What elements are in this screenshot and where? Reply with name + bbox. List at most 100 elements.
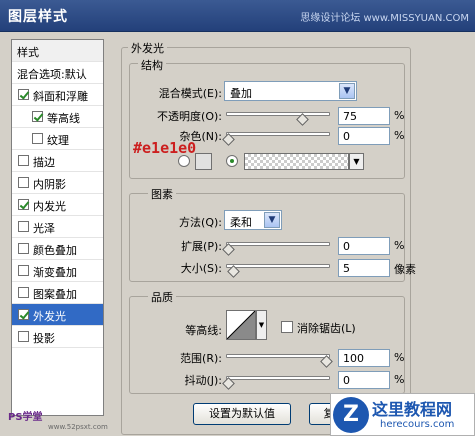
sidebar-item-11[interactable]: 外发光 [12,304,103,326]
noise-slider[interactable] [226,132,330,136]
sidebar-item-3[interactable]: 纹理 [12,128,103,150]
method-select[interactable]: 柔和 ▼ [224,210,282,230]
contour-preview[interactable] [226,310,256,340]
range-unit: % [394,351,405,364]
sidebar-item-label: 渐变叠加 [33,266,77,279]
size-field[interactable]: 5 [338,259,390,277]
gradient-preview[interactable] [244,153,349,170]
site-watermark-title: 这里教程网 [372,400,453,419]
opacity-field[interactable]: 75 [338,107,390,125]
style-checkbox[interactable] [18,243,29,254]
sidebar-item-7[interactable]: 光泽 [12,216,103,238]
style-checkbox[interactable] [18,287,29,298]
color-swatch[interactable] [195,153,212,170]
sidebar-item-label: 图案叠加 [33,288,77,301]
window-title: 图层样式 [8,9,68,25]
elements-title: 图素 [148,186,176,202]
sidebar-item-label: 斜面和浮雕 [33,90,88,103]
style-list: 样式 混合选项:默认 斜面和浮雕等高线纹理描边内阴影内发光光泽颜色叠加渐变叠加图… [11,39,104,416]
sidebar-item-2[interactable]: 等高线 [12,106,103,128]
sidebar-item-label: 等高线 [47,112,80,125]
style-checkbox[interactable] [18,309,29,320]
blend-mode-label: 混合模式(E): [158,87,222,100]
sidebar-item-8[interactable]: 颜色叠加 [12,238,103,260]
range-slider[interactable] [226,354,330,358]
style-checkbox[interactable] [18,155,29,166]
style-checkbox[interactable] [32,111,43,122]
blend-mode-value: 叠加 [230,87,252,100]
quality-title: 品质 [148,289,176,305]
noise-value: 0 [343,130,350,143]
list-header-styles[interactable]: 样式 [12,40,103,62]
sidebar-item-label: 颜色叠加 [33,244,77,257]
contour-label: 等高线: [185,324,222,337]
outer-glow-title: 外发光 [128,40,167,56]
site-watermark-url: herecours.com [380,419,455,430]
contour-curve-icon [227,311,255,339]
opacity-unit: % [394,109,405,122]
chevron-down-icon: ▼ [339,83,355,99]
chevron-down-icon: ▼ [264,212,280,228]
sidebar-item-10[interactable]: 图案叠加 [12,282,103,304]
style-checkbox[interactable] [18,199,29,210]
sidebar-item-label: 内阴影 [33,178,66,191]
range-value: 100 [343,352,364,365]
opacity-label: 不透明度(O): [157,110,222,123]
style-checkbox[interactable] [18,265,29,276]
sidebar-item-label: 描边 [33,156,55,169]
spread-unit: % [394,239,405,252]
blend-mode-select[interactable]: 叠加 ▼ [224,81,357,101]
method-value: 柔和 [230,216,252,229]
jitter-unit: % [394,373,405,386]
range-field[interactable]: 100 [338,349,390,367]
size-slider[interactable] [226,264,330,268]
opacity-value: 75 [343,110,357,123]
sidebar-item-1[interactable]: 斜面和浮雕 [12,84,103,106]
ps-watermark-url: www.52psxt.com [48,423,108,431]
solid-color-radio[interactable] [178,155,190,167]
style-checkbox[interactable] [18,331,29,342]
jitter-slider[interactable] [226,376,330,380]
sidebar-item-label: 内发光 [33,200,66,213]
contour-dropdown-arrow-icon[interactable]: ▼ [256,310,267,340]
spread-slider[interactable] [226,242,330,246]
style-checkbox[interactable] [32,133,43,144]
size-label: 大小(S): [180,262,222,275]
list-header-label: 样式 [17,46,39,59]
style-checkbox[interactable] [18,177,29,188]
set-default-button[interactable]: 设置为默认值 [193,403,291,425]
opacity-slider[interactable] [226,112,330,116]
noise-unit: % [394,129,405,142]
gradient-radio[interactable] [226,155,238,167]
jitter-field[interactable]: 0 [338,371,390,389]
spread-value: 0 [343,240,350,253]
antialias-label: 消除锯齿(L) [297,322,356,335]
noise-field[interactable]: 0 [338,127,390,145]
style-checkbox[interactable] [18,221,29,232]
blend-options-item[interactable]: 混合选项:默认 [12,62,103,84]
sidebar-item-5[interactable]: 内阴影 [12,172,103,194]
size-unit: 像素 [394,263,416,276]
color-annotation: #e1e1e0 [133,139,197,157]
radio-dot [230,159,234,163]
sidebar-item-9[interactable]: 渐变叠加 [12,260,103,282]
spread-label: 扩展(P): [181,240,222,253]
sidebar-item-4[interactable]: 描边 [12,150,103,172]
size-value: 5 [343,262,350,275]
style-checkbox[interactable] [18,89,29,100]
method-label: 方法(Q): [179,216,222,229]
antialias-checkbox[interactable] [281,321,293,333]
sidebar-item-label: 纹理 [47,134,69,147]
sidebar-item-12[interactable]: 投影 [12,326,103,348]
structure-title: 结构 [138,57,166,73]
site-logo-icon: Z [333,397,369,433]
gradient-dropdown-arrow-icon[interactable]: ▼ [349,153,364,170]
ps-watermark: PS学堂 [8,412,43,423]
sidebar-item-label: 投影 [33,332,55,345]
sidebar-item-6[interactable]: 内发光 [12,194,103,216]
title-watermark: 思缘设计论坛 www.MISSYUAN.COM [300,13,469,24]
spread-field[interactable]: 0 [338,237,390,255]
jitter-label: 抖动(J): [184,374,222,387]
range-label: 范围(R): [180,352,222,365]
sidebar-item-label: 外发光 [33,310,66,323]
